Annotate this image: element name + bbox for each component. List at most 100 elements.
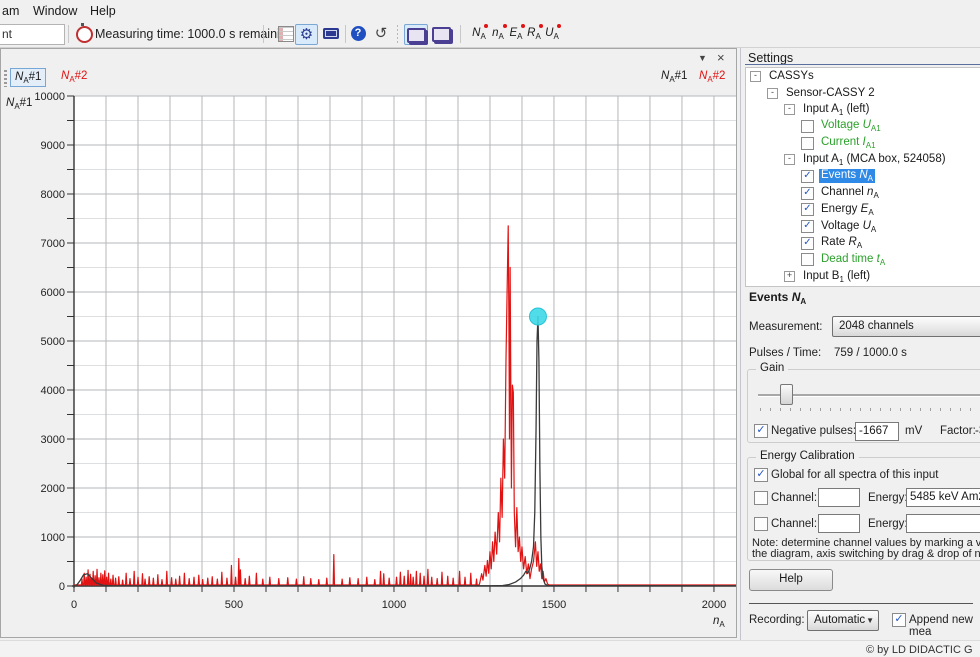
tree-row[interactable]: -Input A1 (left) — [746, 101, 980, 118]
tree-row[interactable]: ✓ Voltage UA — [746, 218, 980, 235]
energy-2-input[interactable] — [906, 514, 980, 533]
tree-label-text: Voltage — [821, 119, 863, 131]
tree-label[interactable]: Dead time tA — [819, 253, 887, 267]
tree-checkbox[interactable] — [801, 253, 814, 266]
tree-label-text: Channel — [821, 186, 867, 198]
table-glyph — [278, 26, 294, 42]
tree-label[interactable]: Rate RA — [819, 236, 864, 250]
quantity-button-RA[interactable]: RA — [525, 25, 543, 43]
channel-1-checkbox[interactable] — [754, 491, 768, 505]
global-spectra-checkbox[interactable]: ✓ — [754, 468, 768, 482]
measurement-dropdown[interactable]: 2048 channels — [832, 316, 980, 337]
tree-row[interactable]: Dead time tA — [746, 252, 980, 269]
tree-label-text: Input A — [803, 103, 839, 115]
expand-expander-icon[interactable]: + — [784, 271, 795, 282]
loop-icon[interactable]: ↺ — [371, 24, 391, 43]
channel-1-label: Channel: — [771, 492, 817, 504]
tree-row[interactable]: ✓ Events NA — [746, 168, 980, 185]
quantity-button-nA[interactable]: nA — [489, 25, 507, 43]
append-checkbox[interactable]: ✓ — [892, 613, 906, 627]
recording-dropdown[interactable]: Automatic▼ — [807, 610, 879, 631]
negative-pulses-input[interactable]: -1667 — [855, 422, 899, 441]
tree-checkbox[interactable]: ✓ — [801, 237, 814, 250]
y-tick-label: 5000 — [41, 336, 65, 348]
tree-label-symbol: R — [849, 236, 857, 248]
toolbar-separator — [397, 25, 398, 43]
tree-row[interactable]: Voltage UA1 — [746, 118, 980, 135]
tree-row[interactable]: ✓ Energy EA — [746, 202, 980, 219]
tree-row[interactable]: -Input A1 (MCA box, 524058) — [746, 151, 980, 168]
help-button[interactable]: Help — [749, 569, 833, 591]
tree-label[interactable]: CASSYs — [767, 70, 816, 82]
cassy-module-icon[interactable] — [430, 24, 452, 43]
tree-label[interactable]: Voltage UA1 — [819, 119, 883, 133]
channel-1-input[interactable] — [818, 488, 860, 507]
tree-label[interactable]: Input B1 (left) — [801, 270, 872, 284]
tree-checkbox[interactable]: ✓ — [801, 187, 814, 200]
collapse-expander-icon[interactable]: - — [784, 154, 795, 165]
quantity-symbol: E — [509, 27, 517, 39]
energy-calibration-label: Energy Calibration — [756, 450, 859, 462]
tree-row[interactable]: ✓ Rate RA — [746, 235, 980, 252]
tree-checkbox[interactable]: ✓ — [801, 203, 814, 216]
tree-checkbox[interactable] — [801, 120, 814, 133]
tree-label[interactable]: Events NA — [819, 169, 875, 183]
events-header: Events NA — [749, 290, 806, 306]
y-tick-label: 0 — [59, 581, 65, 593]
tree-label[interactable]: Voltage UA — [819, 220, 878, 234]
channel-2-checkbox[interactable] — [754, 517, 768, 531]
tree-label[interactable]: Channel nA — [819, 186, 881, 200]
measurement-label: Measurement: — [749, 321, 823, 333]
cassy-module-icon-active[interactable] — [404, 24, 428, 45]
quantity-button-UA[interactable]: UA — [543, 25, 561, 43]
channel-2-input[interactable] — [818, 514, 860, 533]
tree-label-text: Events — [821, 169, 859, 181]
quantity-button-NA[interactable]: NA — [470, 25, 488, 43]
tree-row[interactable]: ✓ Channel nA — [746, 185, 980, 202]
tree-label-symbol: N — [859, 169, 867, 181]
help-icon[interactable]: ? — [349, 24, 367, 43]
tree-checkbox[interactable] — [801, 137, 814, 150]
tree-row[interactable]: Current IA1 — [746, 135, 980, 152]
tree-row[interactable]: -CASSYs — [746, 68, 980, 85]
collapse-expander-icon[interactable]: - — [767, 88, 778, 99]
table-view-icon[interactable] — [277, 24, 295, 43]
menu-item-help[interactable]: Help — [90, 4, 116, 18]
display-icon[interactable] — [321, 24, 341, 43]
tree-label-text: Energy — [821, 203, 861, 215]
tree-row[interactable]: + Input B1 (left) — [746, 268, 980, 285]
x-axis-title[interactable]: nA — [713, 615, 725, 629]
y-tick-label: 10000 — [34, 91, 65, 103]
tree-label[interactable]: Input A1 (left) — [801, 103, 871, 117]
tree-label[interactable]: Sensor-CASSY 2 — [784, 87, 877, 99]
tree-checkbox[interactable]: ✓ — [801, 220, 814, 233]
spectrum-plot[interactable]: 0100020003000400050006000700080009000100… — [1, 49, 736, 637]
tree-label-symbol: U — [863, 220, 871, 232]
menu-item-diagram[interactable]: am — [2, 4, 19, 18]
peak-marker[interactable] — [529, 308, 546, 325]
quantity-subscript: A — [517, 32, 522, 41]
chart-panel: ▼ × NA#1 NA#2 NA#1 NA#2 NA#1 01000200030… — [0, 48, 737, 638]
tree-checkbox[interactable]: ✓ — [801, 170, 814, 183]
events-header-subscript: A — [800, 297, 806, 306]
quantity-button-EA[interactable]: EA — [507, 25, 525, 43]
gear-icon[interactable]: ⚙ — [295, 24, 318, 45]
settings-title: Settings — [748, 51, 793, 65]
gain-slider-thumb[interactable] — [780, 384, 793, 405]
note-line-2: the diagram, axis switching by drag & dr… — [752, 548, 980, 560]
tree-row[interactable]: -Sensor-CASSY 2 — [746, 85, 980, 102]
tree-label-subscript: A — [857, 241, 862, 250]
menu-item-window[interactable]: Window — [33, 4, 77, 18]
collapse-expander-icon[interactable]: - — [784, 104, 795, 115]
y-tick-label: 6000 — [41, 287, 65, 299]
menu-bar: am Window Help — [0, 0, 980, 23]
collapse-expander-icon[interactable]: - — [750, 71, 761, 82]
tree-label[interactable]: Current IA1 — [819, 136, 878, 150]
energy-1-input[interactable]: 5485 keV Am24 — [906, 488, 980, 507]
tree-label[interactable]: Energy EA — [819, 203, 876, 217]
tree-label[interactable]: Input A1 (MCA box, 524058) — [801, 153, 948, 167]
negative-pulses-checkbox[interactable]: ✓ — [754, 424, 768, 438]
measurement-combo[interactable]: nt — [0, 24, 65, 45]
events-header-text: Events — [749, 290, 792, 304]
tree-label-text: Current — [821, 136, 863, 148]
